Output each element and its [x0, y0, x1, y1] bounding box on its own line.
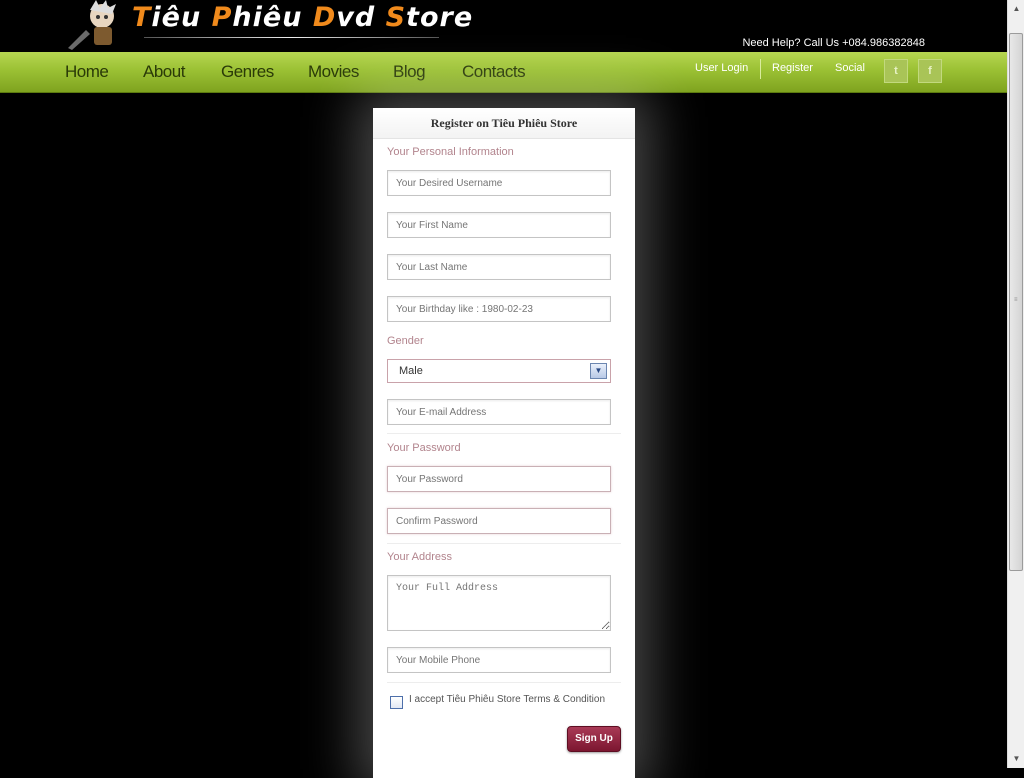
nav-divider	[760, 59, 761, 79]
gender-label: Gender	[387, 335, 424, 347]
birthday-input[interactable]	[387, 296, 611, 322]
divider	[387, 682, 621, 683]
social-link[interactable]: Social	[835, 62, 865, 74]
confirm-password-input[interactable]	[387, 508, 611, 534]
nav-genres[interactable]: Genres	[221, 62, 274, 82]
section-password-label: Your Password	[387, 442, 461, 454]
twitter-icon[interactable]: t	[884, 59, 908, 83]
terms-label[interactable]: I accept Tiêu Phiêu Store Terms & Condit…	[409, 694, 605, 705]
nav-contacts[interactable]: Contacts	[462, 62, 526, 82]
scroll-up-icon[interactable]: ▲	[1009, 1, 1024, 16]
nav-home[interactable]: Home	[65, 62, 109, 82]
help-phone-text: Need Help? Call Us +084.986382848	[742, 37, 925, 49]
register-link[interactable]: Register	[772, 62, 813, 74]
username-input[interactable]	[387, 170, 611, 196]
password-input[interactable]	[387, 466, 611, 492]
terms-checkbox[interactable]	[390, 696, 403, 709]
section-personal-label: Your Personal Information	[387, 146, 514, 158]
mascot-icon	[68, 0, 116, 50]
site-logo[interactable]: Tiêu Phiêu Dvd Store	[64, 0, 472, 50]
divider	[387, 433, 621, 434]
scrollbar-thumb[interactable]: ≡	[1009, 33, 1023, 571]
form-title: Register on Tiêu Phiêu Store	[373, 108, 635, 139]
nav-about[interactable]: About	[143, 62, 185, 82]
register-panel: Register on Tiêu Phiêu Store Your Person…	[373, 108, 635, 778]
logo-text: Tiêu Phiêu Dvd Store	[132, 2, 474, 33]
main-nav: Home About Genres Movies Blog Contacts U…	[0, 52, 1007, 93]
divider	[387, 543, 621, 544]
grip-icon: ≡	[1014, 297, 1018, 303]
user-login-link[interactable]: User Login	[695, 62, 748, 74]
sign-up-button[interactable]: Sign Up	[567, 726, 621, 752]
gender-value: Male	[399, 365, 423, 377]
first-name-input[interactable]	[387, 212, 611, 238]
logo-underline	[144, 37, 439, 38]
email-input[interactable]	[387, 399, 611, 425]
address-textarea[interactable]	[387, 575, 611, 631]
facebook-icon[interactable]: f	[918, 59, 942, 83]
scroll-down-icon[interactable]: ▼	[1009, 751, 1024, 766]
nav-blog[interactable]: Blog	[393, 62, 426, 82]
last-name-input[interactable]	[387, 254, 611, 280]
top-bar: Tiêu Phiêu Dvd Store Need Help? Call Us …	[0, 0, 1007, 52]
chevron-down-icon[interactable]: ▼	[590, 363, 607, 379]
section-address-label: Your Address	[387, 551, 453, 563]
gender-select[interactable]: Male ▼	[387, 359, 611, 383]
mobile-phone-input[interactable]	[387, 647, 611, 673]
nav-movies[interactable]: Movies	[308, 62, 359, 82]
vertical-scrollbar[interactable]: ▲ ≡ ▼	[1007, 0, 1024, 768]
